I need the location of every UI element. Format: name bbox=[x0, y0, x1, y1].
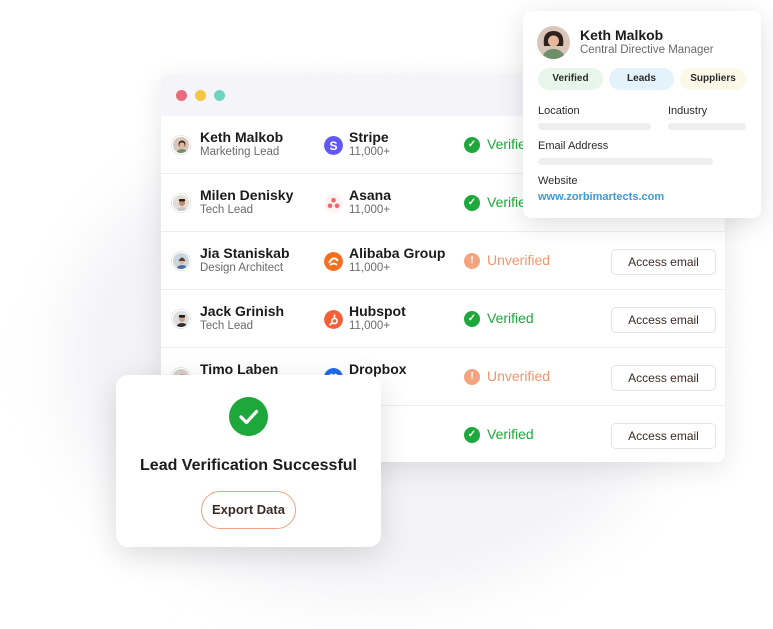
profile-name: Keth Malkob bbox=[580, 27, 664, 43]
close-window-dot[interactable] bbox=[176, 90, 187, 101]
avatar bbox=[172, 194, 190, 212]
hubspot-logo-icon bbox=[324, 310, 343, 329]
check-icon: ✓ bbox=[464, 427, 480, 443]
alibaba-logo-icon bbox=[324, 252, 343, 271]
status-label: Unverified bbox=[487, 252, 551, 268]
lead-name: Keth Malkob bbox=[200, 129, 284, 145]
success-title: Lead Verification Successful bbox=[140, 457, 357, 474]
tag-leads[interactable]: Leads bbox=[609, 68, 674, 90]
website-link[interactable]: www.zorbimartects.com bbox=[538, 191, 664, 203]
profile-avatar bbox=[537, 26, 570, 59]
location-label: Location bbox=[538, 105, 580, 117]
maximize-window-dot[interactable] bbox=[214, 90, 225, 101]
access-email-button[interactable]: Access email bbox=[611, 249, 716, 275]
lead-name: Milen Denisky bbox=[200, 187, 294, 203]
access-email-button[interactable]: Access email bbox=[611, 365, 716, 391]
lead-role: Tech Lead bbox=[200, 204, 254, 216]
profile-title: Central Directive Manager bbox=[580, 44, 714, 56]
success-card: Lead Verification Successful Export Data bbox=[116, 375, 381, 547]
company-name: Hubspot bbox=[349, 303, 406, 319]
avatar bbox=[172, 310, 190, 328]
success-check-icon bbox=[229, 397, 268, 436]
status-label: Verified bbox=[487, 310, 534, 326]
status-label: Verified bbox=[487, 426, 534, 442]
industry-label: Industry bbox=[668, 105, 708, 117]
minimize-window-dot[interactable] bbox=[195, 90, 206, 101]
lead-role: Tech Lead bbox=[200, 320, 254, 332]
company-name: Asana bbox=[349, 187, 392, 203]
avatar bbox=[172, 136, 190, 154]
location-placeholder bbox=[538, 123, 651, 130]
check-icon: ✓ bbox=[464, 311, 480, 327]
company-count: 11,000+ bbox=[349, 320, 391, 332]
company-count: 11,000+ bbox=[349, 146, 391, 158]
company-name: Stripe bbox=[349, 129, 389, 145]
email-label: Email Address bbox=[538, 140, 609, 152]
stripe-logo-icon: S bbox=[324, 136, 343, 155]
company-count: 11,000+ bbox=[349, 204, 391, 216]
access-email-button[interactable]: Access email bbox=[611, 423, 716, 449]
svg-text:S: S bbox=[329, 139, 337, 153]
tag-suppliers[interactable]: Suppliers bbox=[680, 68, 746, 90]
alert-icon: ! bbox=[464, 369, 480, 385]
lead-row[interactable]: Jack Grinish Tech Lead Hubspot 11,000+ ✓… bbox=[161, 290, 725, 348]
tag-verified[interactable]: Verified bbox=[538, 68, 603, 90]
company-count: 11,000+ bbox=[349, 262, 391, 274]
asana-logo-icon bbox=[324, 194, 343, 213]
lead-row[interactable]: Jia Staniskab Design Architect Alibaba G… bbox=[161, 232, 725, 290]
export-data-button[interactable]: Export Data bbox=[201, 491, 296, 529]
avatar bbox=[172, 252, 190, 270]
status-label: Unverified bbox=[487, 368, 551, 384]
lead-name: Jack Grinish bbox=[200, 303, 285, 319]
lead-role: Marketing Lead bbox=[200, 146, 280, 158]
industry-placeholder bbox=[668, 123, 746, 130]
check-icon: ✓ bbox=[464, 195, 480, 211]
lead-name: Jia Staniskab bbox=[200, 245, 290, 261]
lead-role: Design Architect bbox=[200, 262, 284, 274]
website-label: Website bbox=[538, 175, 578, 187]
check-icon: ✓ bbox=[464, 137, 480, 153]
profile-card: Keth Malkob Central Directive Manager Ve… bbox=[523, 11, 761, 218]
email-placeholder bbox=[538, 158, 713, 165]
alert-icon: ! bbox=[464, 253, 480, 269]
access-email-button[interactable]: Access email bbox=[611, 307, 716, 333]
company-name: Alibaba Group bbox=[349, 245, 446, 261]
